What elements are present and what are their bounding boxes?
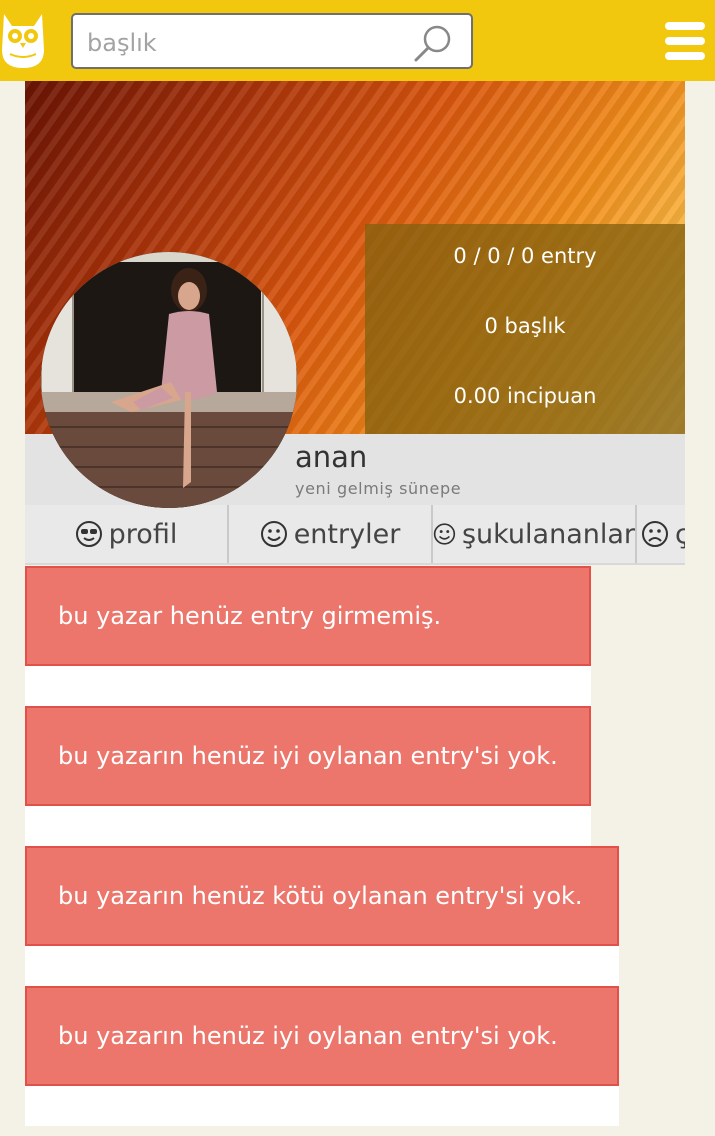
empty-entries-message: bu yazar henüz entry girmemiş. — [25, 566, 591, 666]
user-rank-title: yeni gelmiş sünepe — [295, 479, 462, 498]
good-entries-panel-2: bu yazarın henüz iyi oylanan entry'si yo… — [25, 986, 619, 1126]
search-icon[interactable] — [413, 23, 453, 63]
search-input[interactable] — [85, 25, 409, 61]
username[interactable]: anan — [295, 440, 367, 474]
avatar[interactable] — [41, 252, 297, 508]
smile-icon — [433, 523, 456, 545]
profile-stats: 0 / 0 / 0 entry 0 başlık 0.00 incipuan — [365, 224, 685, 434]
top-bar — [0, 0, 715, 81]
tab-label: entryler — [293, 518, 401, 550]
tab-profil[interactable]: profil — [25, 505, 229, 563]
good-entries-panel: bu yazarın henüz iyi oylanan entry'si yo… — [25, 706, 591, 846]
topic-count: 0 başlık — [484, 314, 566, 338]
tab-entryler[interactable]: entryler — [229, 505, 433, 563]
menu-icon[interactable] — [665, 22, 705, 60]
search-box — [71, 13, 473, 69]
bad-entries-panel: bu yazarın henüz kötü oylanan entry'si y… — [25, 846, 619, 986]
empty-bad-entries-message: bu yazarın henüz kötü oylanan entry'si y… — [25, 846, 619, 946]
owl-logo-icon[interactable] — [0, 10, 46, 70]
smile-icon — [260, 521, 287, 547]
tab-sukulananlar[interactable]: şukulananlar — [433, 505, 637, 563]
profile-tabs: profil entryler şukulananlar ç — [25, 505, 685, 565]
cool-face-icon — [75, 521, 102, 547]
tab-cukulananlar[interactable]: ç — [637, 505, 685, 563]
tab-label: profil — [108, 518, 178, 550]
tab-label: ç — [675, 519, 685, 550]
empty-good-entries-message-2: bu yazarın henüz iyi oylanan entry'si yo… — [25, 986, 619, 1086]
sad-face-icon — [642, 521, 668, 547]
entry-count: 0 / 0 / 0 entry — [453, 244, 597, 268]
entries-panel: bu yazar henüz entry girmemiş. — [25, 566, 591, 706]
point-count: 0.00 incipuan — [453, 384, 597, 408]
empty-good-entries-message: bu yazarın henüz iyi oylanan entry'si yo… — [25, 706, 591, 806]
tab-label: şukulananlar — [461, 518, 635, 550]
